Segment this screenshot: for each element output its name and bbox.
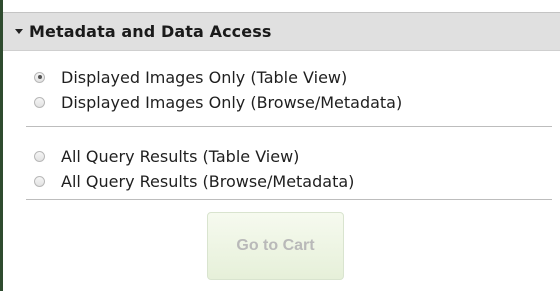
radio-label-all-table[interactable]: All Query Results (Table View) — [61, 147, 299, 166]
radio-option-all-browse[interactable]: All Query Results (Browse/Metadata) — [34, 170, 354, 192]
radio-button-displayed-table[interactable] — [34, 71, 45, 83]
options-divider — [26, 199, 552, 200]
metadata-data-access-panel: Metadata and Data Access Displayed Image… — [0, 0, 560, 291]
radio-option-displayed-browse[interactable]: Displayed Images Only (Browse/Metadata) — [34, 91, 402, 113]
radio-button-displayed-browse[interactable] — [34, 96, 45, 108]
radio-option-all-table[interactable]: All Query Results (Table View) — [34, 145, 299, 167]
go-to-cart-label: Go to Cart — [236, 237, 315, 254]
go-to-cart-button[interactable]: Go to Cart — [207, 212, 344, 280]
caret-down-icon[interactable] — [15, 29, 23, 34]
section-title: Metadata and Data Access — [29, 22, 272, 41]
radio-label-displayed-browse[interactable]: Displayed Images Only (Browse/Metadata) — [61, 93, 402, 112]
radio-button-all-browse[interactable] — [34, 175, 45, 187]
radio-label-displayed-table[interactable]: Displayed Images Only (Table View) — [61, 68, 347, 87]
radio-option-displayed-table[interactable]: Displayed Images Only (Table View) — [34, 66, 347, 88]
radio-button-all-table[interactable] — [34, 150, 45, 162]
radio-label-all-browse[interactable]: All Query Results (Browse/Metadata) — [61, 172, 354, 191]
section-header-toggle[interactable]: Metadata and Data Access — [3, 13, 560, 51]
options-divider — [26, 126, 552, 127]
